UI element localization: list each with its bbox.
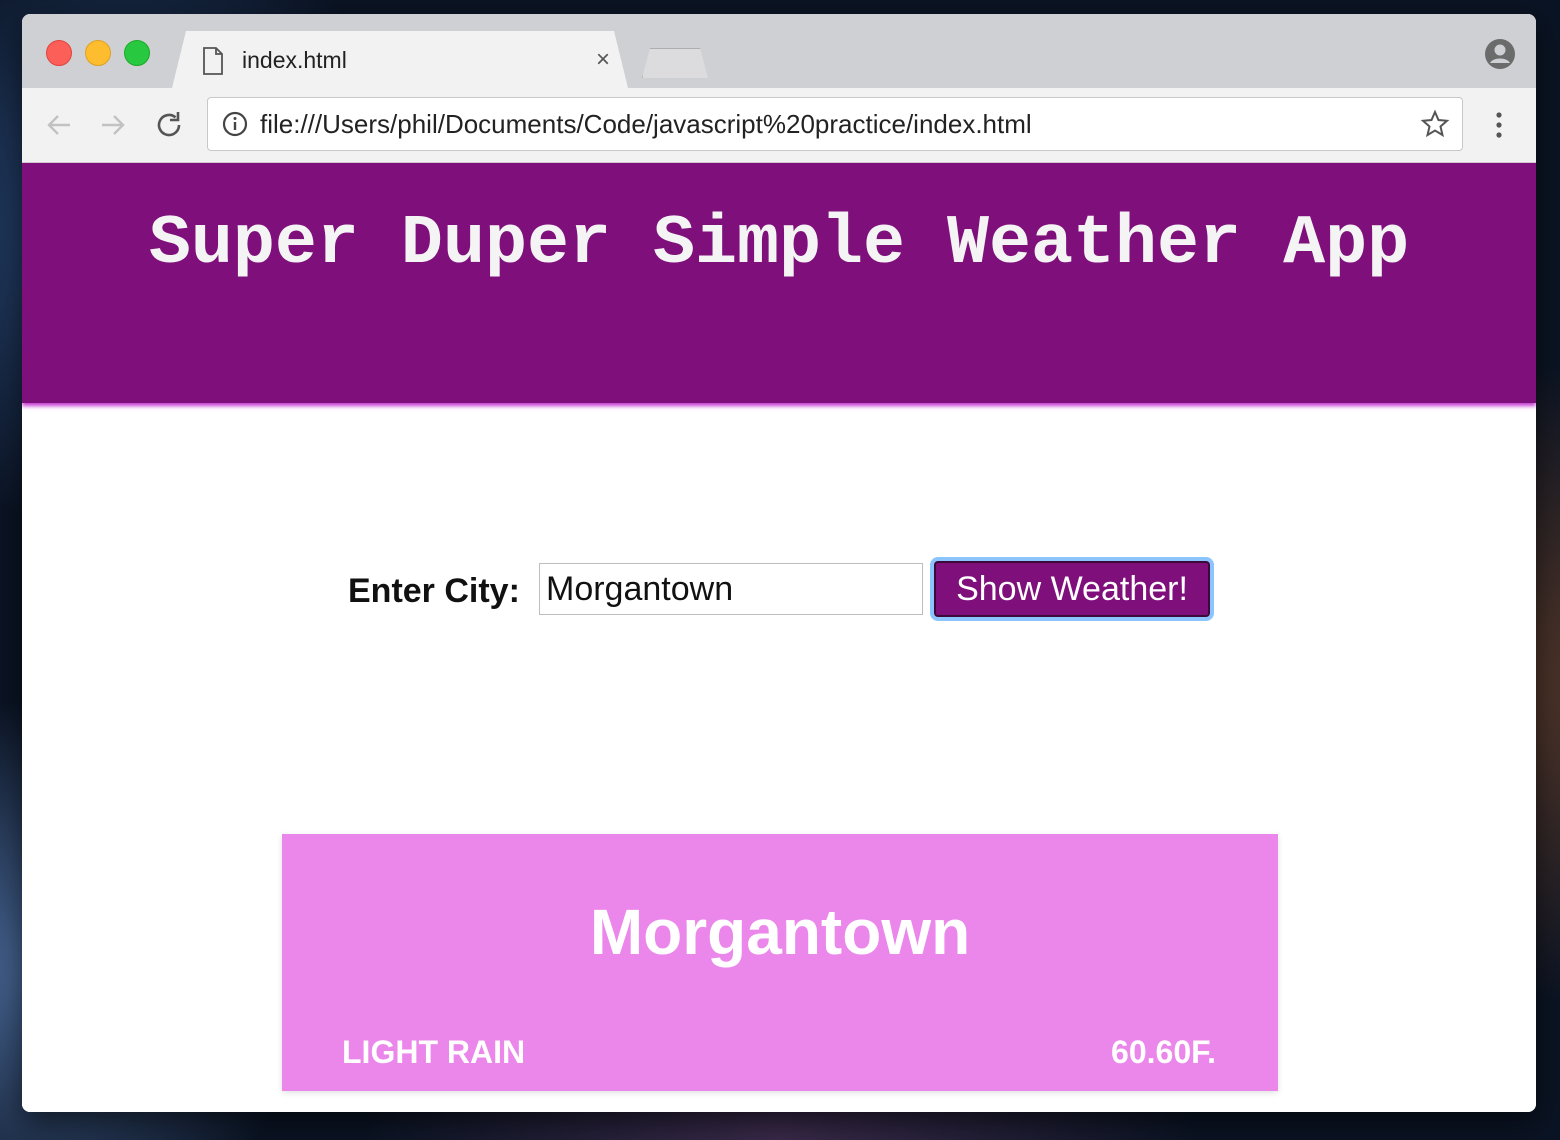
browser-toolbar: file:///Users/phil/Documents/Code/javasc… <box>22 88 1536 163</box>
info-icon[interactable] <box>222 111 248 137</box>
tab-title: index.html <box>242 47 347 73</box>
profile-icon[interactable] <box>1484 38 1516 70</box>
reload-icon[interactable] <box>154 110 184 140</box>
weather-city: Morgantown <box>589 896 971 968</box>
city-input[interactable] <box>539 563 923 615</box>
address-bar[interactable]: file:///Users/phil/Documents/Code/javasc… <box>207 97 1463 151</box>
menu-icon[interactable] <box>1486 108 1512 142</box>
browser-window: index.html × file:///Users/phil/Document <box>22 14 1536 1112</box>
url-text: file:///Users/phil/Documents/Code/javasc… <box>260 109 1032 139</box>
city-form: Enter City: Show Weather! <box>22 561 1536 625</box>
tab-close-icon[interactable]: × <box>596 45 610 75</box>
app-header: Super Duper Simple Weather App <box>22 163 1536 403</box>
close-window-button[interactable] <box>46 40 72 66</box>
tab-strip: index.html × <box>22 14 1536 88</box>
show-weather-button[interactable]: Show Weather! <box>934 561 1210 617</box>
weather-card: Morgantown LIGHT RAIN 60.60F. <box>282 834 1278 1091</box>
page-content: Super Duper Simple Weather App Enter Cit… <box>22 163 1536 1112</box>
new-tab-button[interactable] <box>642 48 708 78</box>
maximize-window-button[interactable] <box>124 40 150 66</box>
tab-index[interactable] <box>172 31 628 88</box>
app-title: Super Duper Simple Weather App <box>148 205 1410 284</box>
city-label: Enter City: <box>348 572 520 610</box>
star-icon[interactable] <box>1420 109 1450 139</box>
forward-arrow-icon[interactable] <box>98 110 128 140</box>
file-icon <box>203 47 223 75</box>
weather-temperature: 60.60F. <box>1111 1034 1216 1070</box>
minimize-window-button[interactable] <box>85 40 111 66</box>
back-arrow-icon[interactable] <box>44 110 74 140</box>
weather-description: LIGHT RAIN <box>342 1034 526 1070</box>
